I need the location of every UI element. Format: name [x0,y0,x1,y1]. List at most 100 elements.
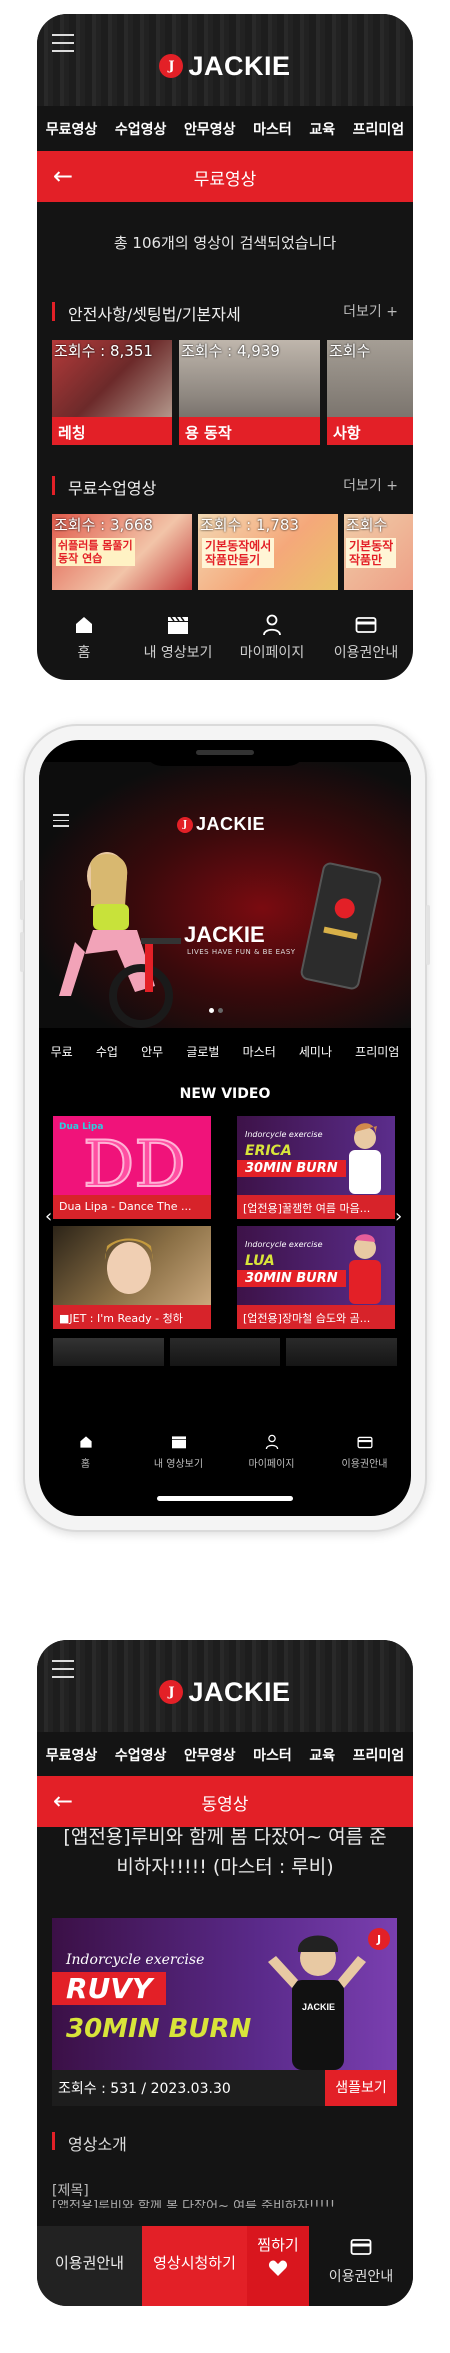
hero-banner[interactable]: J JACKIE JACKIE LIVES HAVE FUN & BE EASY [39,762,411,1028]
video-card[interactable]: Indorcycle exercise ERICA 30MIN BURN [업전… [237,1116,395,1219]
brand-logo[interactable]: J JACKIE [37,51,413,81]
clapper-icon [131,612,225,638]
tab-mypage[interactable]: 마이페이지 [225,602,319,680]
svg-text:DD: DD [83,1132,186,1194]
brand-logo[interactable]: J JACKIE [177,814,265,835]
video-thumbnail[interactable]: 조회수 기본동작 작품만 [344,514,413,590]
menu-item-edu[interactable]: 교육 [309,1745,335,1765]
tab-label: 마이페이지 [239,645,305,661]
menu-item-master[interactable]: 마스터 [253,1745,292,1765]
menu-item-class[interactable]: 수업영상 [115,1745,167,1765]
video-logo-mark-icon: J [368,1928,390,1950]
video-caption: [업전용]장마철 습도와 곰... [237,1305,395,1329]
tab-label: 마이페이지 [248,1459,295,1470]
video-card[interactable]: Indorcycle exercise LUA 30MIN BURN [업전용]… [237,1226,395,1329]
volume-up-button [20,880,24,920]
video-thumbnail[interactable]: 조회수 : 8,351 레칭 [52,340,172,445]
card-art-top: Indorcycle exercise [245,1240,323,1249]
heart-icon [268,2260,288,2276]
carousel-next-icon[interactable]: › [395,1206,402,1227]
video-art-top: Indorcycle exercise [66,1952,205,1968]
section-accent-bar [52,476,55,495]
menu-item-free[interactable]: 무료영상 [46,119,98,139]
menu-item-free[interactable]: 무료 [51,1043,73,1060]
power-button [426,905,430,965]
section-title: 무료수업영상 [68,479,157,498]
watch-video-button[interactable]: 영상시청하기 [142,2226,247,2306]
menu-item-choreo[interactable]: 안무 [141,1043,163,1060]
card-art-text: Dua Lipa [59,1122,104,1132]
view-count: 조회수 : 531 / 2023.03.30 [58,2081,231,2097]
tab-pass-info[interactable]: 이용권안내 [319,602,413,680]
menu-item-premium[interactable]: 프리미엄 [353,119,405,139]
menu-item-choreo[interactable]: 안무영상 [184,119,236,139]
video-thumbnail[interactable]: 조회수 : 1,783 기본동작에서 작품만들기 [198,514,338,590]
page-title: 동영상 [201,1795,249,1815]
tab-pass-info[interactable]: 이용권안내 [309,2226,413,2306]
clapper-icon [132,1432,225,1452]
tab-label: 이용권안내 [341,1459,388,1470]
section-accent-bar [52,2132,55,2150]
thumbnail-overlay-text: 쉬플러틀 몸풀기 동작 연습 [56,538,135,566]
logo-mark-icon: J [177,816,193,833]
menu-item-seminar[interactable]: 세미나 [299,1043,332,1060]
menu-item-class[interactable]: 수업영상 [115,119,167,139]
more-link[interactable]: 더보기 + [343,301,398,321]
hero-phone-illustration [299,861,383,991]
home-icon [39,1432,132,1452]
card-art-sub: 30MIN BURN [237,1270,346,1287]
menu-item-edu[interactable]: 교육 [309,119,335,139]
card-icon [309,2238,413,2260]
video-carousel-safety: 조회수 : 8,351 레칭 조회수 : 4,939 용 동작 조회수 사항 [52,340,413,445]
video-card[interactable]: ■JET : I'm Ready - 청하 [53,1226,211,1329]
menu-item-class[interactable]: 수업 [96,1043,118,1060]
pass-info-button[interactable]: 이용권안내 [37,2226,142,2306]
card-art-top: Indorcycle exercise [245,1130,323,1139]
card-icon [319,612,413,638]
menu-item-choreo[interactable]: 안무영상 [184,1745,236,1765]
card-art-sub: 30MIN BURN [237,1160,346,1177]
video-player[interactable]: Indorcycle exercise RUVY 30MIN BURN JACK… [52,1918,397,2070]
menu-item-master[interactable]: 마스터 [253,119,292,139]
tab-pass-info[interactable]: 이용권안내 [318,1426,411,1486]
top-category-menu: 무료영상 수업영상 안무영상 마스터 교육 프리미엄 [37,1740,413,1770]
video-caption: 용 동작 [179,417,320,445]
bottom-tab-bar: 홈 내 영상보기 마이페이지 이용권안내 [39,1426,411,1486]
video-caption: Dua Lipa - Dance The ... [53,1195,211,1219]
page-title: 무료영상 [193,170,257,190]
menu-item-premium[interactable]: 프리미엄 [353,1745,405,1765]
more-link[interactable]: 더보기 + [343,475,398,495]
tab-label: 홈 [80,1459,91,1470]
sample-view-button[interactable]: 샘플보기 [325,2070,397,2106]
favorite-label: 찜하기 [257,2236,299,2254]
tab-label: 홈 [77,645,91,661]
subject-label: [제목] [52,2183,89,2199]
menu-item-global[interactable]: 글로벌 [186,1043,219,1060]
tab-mypage[interactable]: 마이페이지 [225,1426,318,1486]
carousel-prev-icon[interactable]: ‹ [45,1206,52,1227]
menu-item-premium[interactable]: 프리미엄 [355,1043,399,1060]
video-thumbnail[interactable]: 조회수 사항 [327,340,413,445]
video-thumbnail[interactable]: 조회수 : 4,939 용 동작 [179,340,320,445]
svg-text:JACKIE: JACKIE [302,2002,335,2012]
video-thumbnail[interactable]: 조회수 : 3,668 쉬플러틀 몸풀기 동작 연습 [52,514,192,590]
tab-home[interactable]: 홈 [37,602,131,680]
section-accent-bar [52,302,55,321]
hamburger-menu-icon[interactable] [53,814,69,831]
menu-item-free[interactable]: 무료영상 [46,1745,98,1765]
tab-home[interactable]: 홈 [39,1426,132,1486]
brand-logo[interactable]: J JACKIE [37,1677,413,1707]
menu-item-master[interactable]: 마스터 [243,1043,276,1060]
tab-my-videos[interactable]: 내 영상보기 [131,602,225,680]
home-indicator[interactable] [157,1496,293,1501]
video-card[interactable]: Dua Lipa DD Dua Lipa - Dance The ... [53,1116,211,1219]
tab-my-videos[interactable]: 내 영상보기 [132,1426,225,1486]
bottom-tab-bar: 홈 내 영상보기 마이페이지 이용권안내 [37,602,413,680]
card-art-name: ERICA [245,1143,292,1159]
page-title-bar: ← 무료영상 [37,151,413,202]
video-meta-bar: 조회수 : 531 / 2023.03.30 샘플보기 [52,2070,397,2106]
favorite-button[interactable]: 찜하기 [247,2226,309,2306]
device-notch [144,740,306,766]
video-caption: 레칭 [52,417,172,445]
card-person-illustration [104,1238,154,1294]
